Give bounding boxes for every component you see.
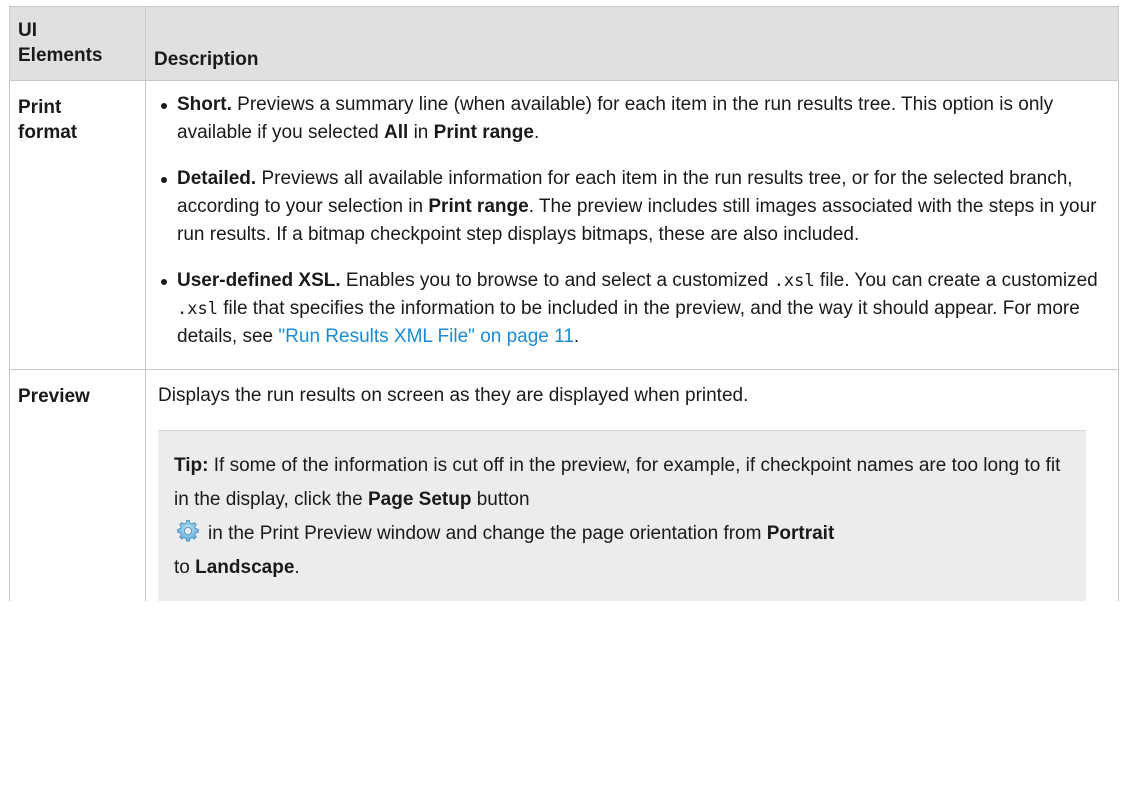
code-xsl-2: .xsl — [177, 299, 218, 319]
term-user-defined-xsl: User-defined XSL. — [177, 270, 341, 291]
table-row-preview: Preview Displays the run results on scre… — [9, 369, 1119, 601]
portrait-term: Portrait — [766, 523, 835, 544]
landscape-term: Landscape — [195, 557, 295, 578]
row-label-line2: format — [18, 122, 78, 143]
xsl-text2: file. You can create a customized — [814, 270, 1098, 291]
row-desc-print-format: Short. Previews a summary line (when ava… — [145, 80, 1119, 370]
page-setup-term: Page Setup — [367, 489, 472, 510]
tip-text1: If some of the information is cut off in… — [174, 455, 1061, 510]
header-description: Description — [145, 6, 1119, 81]
row-label-preview: Preview — [9, 369, 146, 601]
table-row-print-format: Print format Short. Previews a summary l… — [9, 80, 1119, 370]
list-item-short: Short. Previews a summary line (when ava… — [158, 91, 1108, 147]
xsl-text4: . — [573, 326, 580, 347]
short-text2: in — [408, 122, 434, 143]
row-label-print-format: Print format — [9, 80, 146, 370]
ui-elements-table: UI Elements Description Print format Sho… — [9, 6, 1119, 601]
term-print-range: Print range — [428, 196, 529, 217]
tip-box: Tip: If some of the information is cut o… — [158, 430, 1086, 601]
run-results-xml-link[interactable]: "Run Results XML File" on page 11 — [278, 326, 573, 347]
preview-description: Displays the run results on screen as th… — [158, 385, 749, 406]
xsl-text1: Enables you to browse to and select a cu… — [340, 270, 774, 291]
code-xsl-1: .xsl — [773, 271, 815, 291]
bullet-icon — [161, 103, 167, 109]
bullet-icon — [161, 177, 167, 183]
print-format-options-list: Short. Previews a summary line (when ava… — [158, 91, 1108, 351]
term-all: All — [384, 122, 409, 143]
header-ui-elements-line2: Elements — [18, 45, 103, 66]
row-label-line1: Print — [18, 97, 62, 118]
header-ui-elements: UI Elements — [9, 6, 146, 81]
short-text3: . — [533, 122, 540, 143]
header-ui-elements-line1: UI — [18, 20, 37, 41]
term-print-range: Print range — [433, 122, 534, 143]
list-item-detailed: Detailed. Previews all available informa… — [158, 165, 1108, 249]
tip-text5: . — [294, 557, 300, 578]
list-item-user-defined-xsl: User-defined XSL. Enables you to browse … — [158, 267, 1108, 351]
tip-label: Tip: — [174, 455, 209, 476]
tip-text2: button — [471, 489, 530, 510]
table-header-row: UI Elements Description — [9, 6, 1119, 81]
short-text1: Previews a summary line (when available)… — [177, 94, 1054, 143]
tip-text3: in the Print Preview window and change t… — [208, 523, 767, 544]
tip-text4: to — [174, 557, 196, 578]
bullet-icon — [161, 279, 167, 285]
term-short: Short. — [177, 94, 232, 115]
term-detailed: Detailed. — [177, 168, 257, 189]
gear-icon — [176, 519, 200, 543]
row-desc-preview: Displays the run results on screen as th… — [145, 369, 1119, 601]
